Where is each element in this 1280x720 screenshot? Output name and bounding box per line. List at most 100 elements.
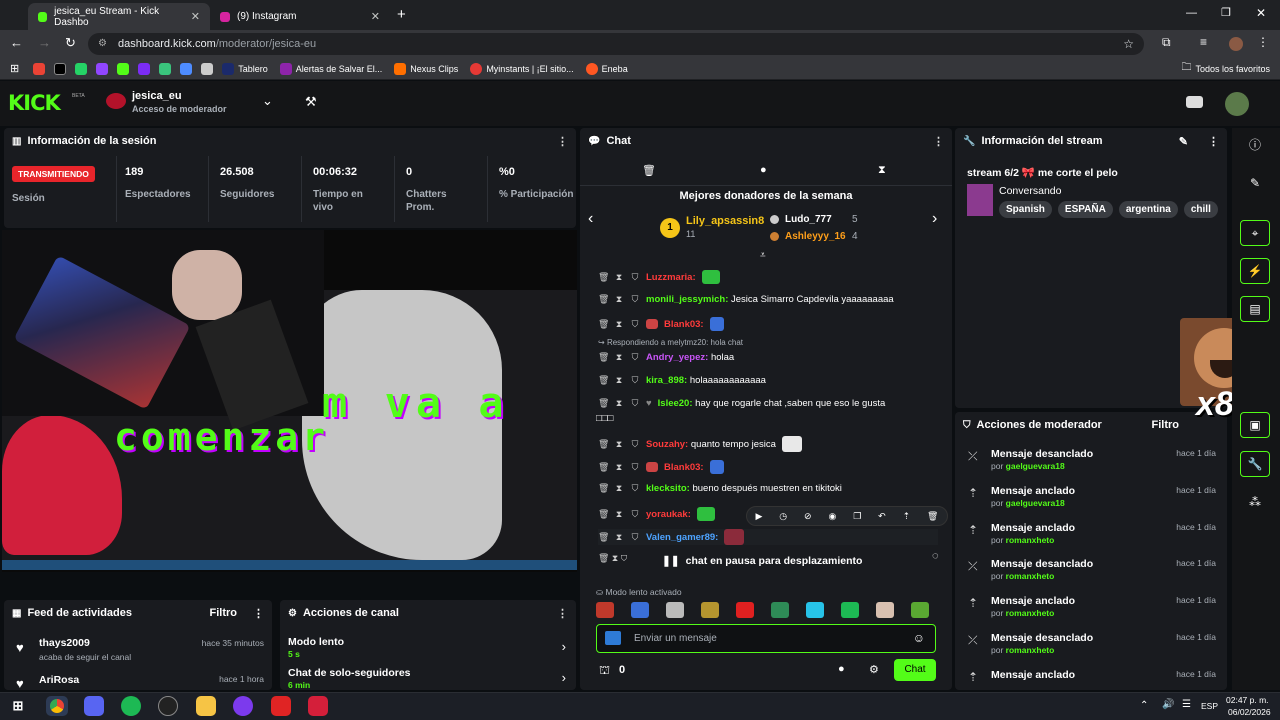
x-icon[interactable] bbox=[54, 62, 67, 75]
emote-icon[interactable] bbox=[596, 602, 614, 618]
emote-icon[interactable] bbox=[631, 602, 649, 618]
send-chat-button[interactable]: Chat bbox=[894, 659, 936, 681]
ban-icon[interactable]: ⛉ bbox=[630, 439, 640, 450]
chat-username[interactable]: Andry_yepez: bbox=[646, 352, 708, 363]
chat-message[interactable]: 🗑 ⧗ ⛉ kira_898: holaaaaaaaaaaaa bbox=[598, 375, 766, 386]
volume-icon[interactable]: 🔊 bbox=[1162, 699, 1174, 710]
chat-message[interactable]: 🗑 ⧗ ⛉ Valen_gamer89: bbox=[598, 529, 938, 545]
wrench-icon[interactable]: 🔧 bbox=[1240, 451, 1270, 477]
hourglass-icon[interactable]: ⧗ bbox=[878, 164, 886, 177]
info-icon[interactable]: ⓘ bbox=[1240, 131, 1270, 157]
twitch-icon[interactable] bbox=[96, 62, 109, 75]
whatsapp-icon[interactable] bbox=[75, 62, 88, 75]
ban-icon[interactable]: ⛉ bbox=[630, 398, 640, 409]
ban-icon[interactable]: ⛉ bbox=[630, 375, 640, 386]
address-bar[interactable]: ⚙ dashboard.kick.com/moderator/jesica-eu… bbox=[88, 33, 1144, 55]
menu-icon[interactable]: ⋮ bbox=[1257, 35, 1269, 49]
site-info-icon[interactable]: ⚙ bbox=[98, 33, 107, 55]
bookmark-item[interactable]: Eneba bbox=[585, 62, 628, 75]
followers-only-label[interactable]: Chat de solo-seguidores bbox=[288, 667, 411, 679]
file-explorer-taskbar-icon[interactable] bbox=[196, 696, 216, 716]
document-icon[interactable]: ▤ bbox=[1240, 296, 1270, 322]
delete-icon[interactable]: 🗑 bbox=[598, 439, 609, 450]
chat-message[interactable]: 🗑 ⧗ ⛉ Luzzmaria: bbox=[598, 270, 720, 284]
emote-icon[interactable] bbox=[771, 602, 789, 618]
timeout-icon[interactable]: ⧗ bbox=[614, 294, 624, 305]
chevron-right-icon[interactable]: › bbox=[932, 210, 937, 228]
more-options-icon[interactable]: ⋮ bbox=[557, 607, 568, 620]
tag-chip[interactable]: chill bbox=[1183, 201, 1218, 218]
trash-icon[interactable]: 🗑 bbox=[642, 164, 656, 177]
filter-button[interactable]: Filtro bbox=[1152, 419, 1180, 431]
chat-username[interactable]: Islee20: bbox=[658, 398, 693, 409]
chat-message[interactable]: 🗑 ⧗ ⛉ monili_jessymich: Jesica Simarro Cap… bbox=[598, 294, 894, 305]
user-avatar[interactable] bbox=[1225, 92, 1249, 116]
chat-message[interactable]: 🗑 ⧗ ⛉ Blank03: bbox=[598, 317, 724, 331]
tag-chip[interactable]: Spanish bbox=[999, 201, 1052, 218]
chat-message[interactable]: 🗑 ⧗ ⛉ klecksito: bueno después muestren en… bbox=[598, 483, 842, 494]
bookmark-item[interactable]: Myinstants | ¡El sitio... bbox=[470, 62, 574, 75]
chat-icon[interactable]: ● bbox=[760, 164, 767, 176]
timeout-icon[interactable]: ⧗ bbox=[614, 398, 624, 409]
hammer-icon[interactable]: ⚒ bbox=[305, 94, 317, 110]
app-taskbar-icon[interactable] bbox=[308, 696, 328, 716]
app-taskbar-icon[interactable] bbox=[271, 696, 291, 716]
network-icon[interactable]: ☰ bbox=[1182, 699, 1191, 710]
delete-icon[interactable]: 🗑 bbox=[598, 398, 609, 409]
chrome-taskbar-icon[interactable] bbox=[46, 696, 68, 716]
reload-icon[interactable]: ↻ bbox=[65, 35, 76, 51]
clock-icon[interactable]: ◷ bbox=[779, 511, 787, 522]
emote-icon[interactable] bbox=[876, 602, 894, 618]
chevron-down-icon[interactable]: ⌄ bbox=[262, 93, 273, 109]
new-tab-icon[interactable]: + bbox=[397, 6, 406, 23]
timeout-icon[interactable]: ⧗ bbox=[614, 272, 624, 283]
gmail-icon[interactable] bbox=[33, 62, 46, 75]
chevron-up-icon[interactable]: ⌃ bbox=[1140, 700, 1148, 711]
gear-icon[interactable]: ⚙ bbox=[869, 663, 879, 676]
chevron-right-icon[interactable]: › bbox=[562, 639, 566, 654]
ban-icon[interactable]: ⛉ bbox=[630, 509, 640, 520]
more-options-icon[interactable]: ⋮ bbox=[253, 607, 264, 620]
layout-icon[interactable]: ▣ bbox=[1240, 412, 1270, 438]
delete-icon[interactable]: 🗑 bbox=[598, 532, 609, 543]
tab-instagram[interactable]: (9) Instagram ✕ bbox=[210, 3, 390, 30]
bookmark-icon[interactable] bbox=[201, 62, 214, 75]
reply-icon[interactable]: ◉ bbox=[828, 511, 836, 522]
bolt-icon[interactable]: ⚡ bbox=[1240, 258, 1270, 284]
timeout-icon[interactable]: ⧗ bbox=[614, 439, 624, 450]
share-icon[interactable]: ⁂ bbox=[1240, 489, 1270, 515]
kick-logo[interactable]: KICK bbox=[8, 91, 61, 115]
more-options-icon[interactable]: ⋮ bbox=[933, 135, 944, 148]
bookmark-icon[interactable] bbox=[180, 62, 193, 75]
ban-icon[interactable]: ⛉ bbox=[630, 319, 640, 330]
chevron-right-icon[interactable]: › bbox=[562, 670, 566, 685]
emote-icon[interactable] bbox=[736, 602, 754, 618]
language-indicator[interactable]: ESP bbox=[1201, 701, 1218, 711]
chat-message[interactable]: 🗑 ⧗ ⛉ ♥ Islee20: hay que rogarle chat ,sab… bbox=[598, 398, 885, 409]
delete-icon[interactable]: 🗑 bbox=[598, 483, 609, 494]
more-options-icon[interactable]: ⋮ bbox=[1208, 135, 1219, 148]
back-icon[interactable]: ← bbox=[10, 35, 23, 50]
apps-icon[interactable]: ⊞ bbox=[10, 62, 19, 75]
bookmark-item[interactable]: Nexus Clips bbox=[394, 62, 458, 75]
chat-paused-bar[interactable]: ❚❚ chat en pausa para desplazamiento bbox=[662, 555, 862, 567]
slow-mode-label[interactable]: Modo lento bbox=[288, 636, 344, 648]
timeout-icon[interactable]: ⧗ bbox=[614, 462, 624, 473]
bookmark-item[interactable]: Tablero bbox=[222, 62, 268, 75]
ban-icon[interactable]: ⛉ bbox=[630, 272, 640, 283]
delete-icon[interactable]: 🗑 bbox=[598, 319, 609, 330]
minimize-icon[interactable]: — bbox=[1186, 7, 1197, 19]
timeout-icon[interactable]: ⧗ bbox=[614, 483, 624, 494]
bookmark-icon[interactable] bbox=[138, 62, 151, 75]
hide-icon[interactable]: ⊘ bbox=[804, 511, 812, 522]
filter-button[interactable]: Filtro bbox=[210, 607, 238, 619]
emote-icon[interactable] bbox=[701, 602, 719, 618]
ban-icon[interactable]: ⛉ bbox=[630, 462, 640, 473]
close-window-icon[interactable]: ✕ bbox=[1256, 6, 1266, 20]
emote-icon[interactable] bbox=[666, 602, 684, 618]
play-icon[interactable]: ▶ bbox=[755, 511, 762, 522]
stream-preview[interactable]: m va a comenzar bbox=[2, 230, 577, 572]
delete-icon[interactable]: 🗑 bbox=[598, 509, 609, 520]
chat-username[interactable]: yoraukak: bbox=[646, 509, 691, 520]
chat-message[interactable]: 🗑 ⧗ ⛉ yoraukak: bbox=[598, 507, 715, 521]
